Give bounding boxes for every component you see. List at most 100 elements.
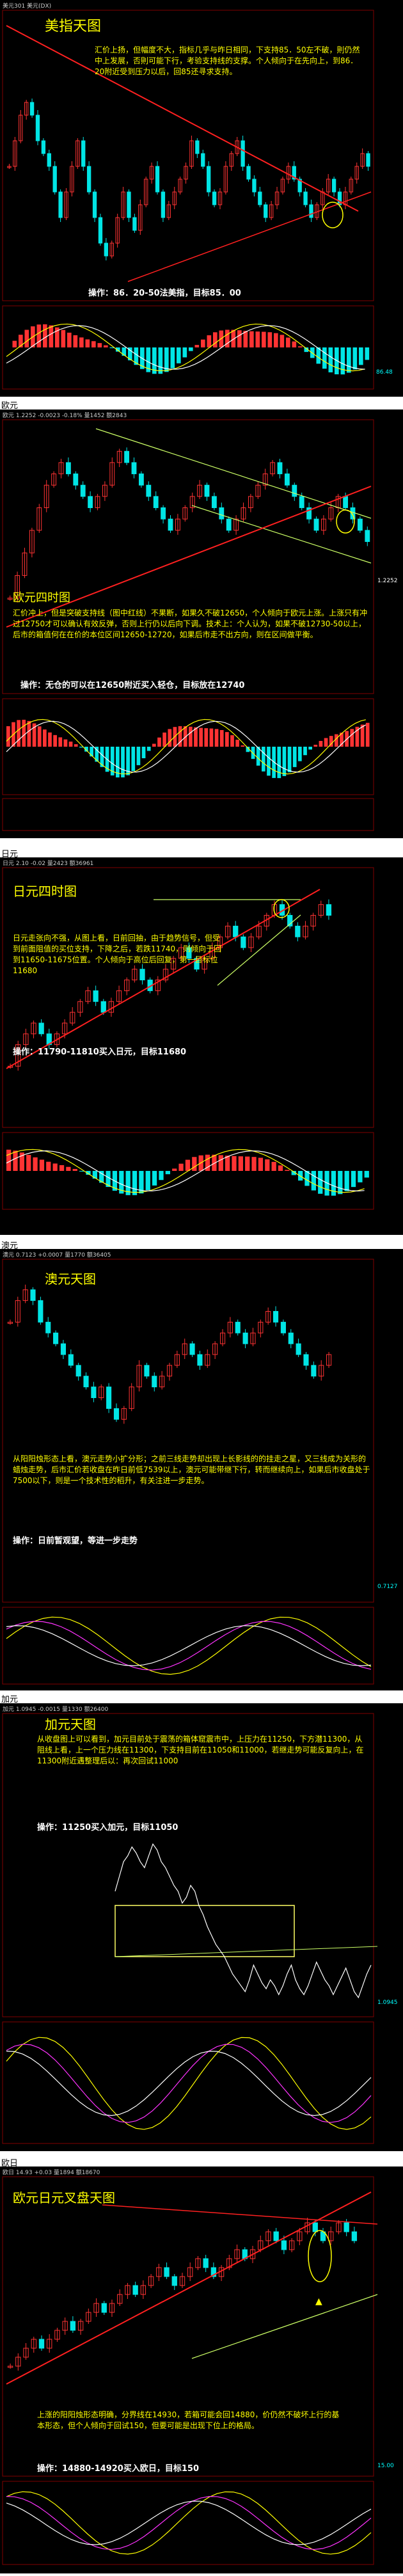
usdx-macd-bar xyxy=(243,330,248,347)
eur-macd-bar xyxy=(219,729,224,747)
eurjpy-candle xyxy=(164,2267,170,2277)
usdx-macd-bar xyxy=(12,340,17,347)
usdx-candle xyxy=(52,166,57,193)
cad-analysis: 从收盘图上可以看到，加元目前处于震荡的箱体窟震市中，上压力在11250，下方潜1… xyxy=(37,1735,364,1765)
eurjpy-candle xyxy=(38,2339,45,2349)
usdx-macd-bar xyxy=(292,341,297,347)
usdx-macd-bar xyxy=(85,339,90,347)
chart-eur: 欧元 1.2252 -0.0023 -0.18% 量1452 额2843 欧元四… xyxy=(0,409,403,838)
jpy-macd-bar xyxy=(258,1157,264,1171)
eur-candle xyxy=(80,484,86,497)
usdx-candle xyxy=(331,179,336,193)
panel-jpy: 日元 2.10 -0.02 量2423 额36961 日元四时图 日元走张向不强… xyxy=(0,857,403,1235)
usdx-candle xyxy=(86,166,91,193)
eur-macd-bar xyxy=(308,747,312,750)
usdx-macd-bar xyxy=(109,347,115,349)
usdx-candle xyxy=(258,191,262,205)
aud-candle xyxy=(53,1332,59,1344)
eur-macd-bar xyxy=(303,747,307,756)
panel-eurjpy: 欧日 14.93 +0.03 量1894 额18670 ▲ 欧元日元叉盘天图 上… xyxy=(0,2167,403,2573)
jpy-macd-bar xyxy=(245,1156,250,1171)
jpy-header: 日元 2.10 -0.02 量2423 额36961 xyxy=(3,859,93,867)
usdx-candle xyxy=(127,191,131,218)
usdx-macd-bar xyxy=(61,330,66,347)
usdx-macd-bar xyxy=(49,325,54,347)
jpy-macd-bar xyxy=(172,1168,177,1171)
usdx-candle xyxy=(207,166,211,193)
jpy-macd-bar xyxy=(225,1156,230,1171)
usdx-macd-bar xyxy=(177,347,181,363)
jpy-macd-bar xyxy=(271,1161,276,1171)
usdx-candle xyxy=(309,204,313,218)
usdx-macd-bar xyxy=(340,347,345,375)
jpy-macd-bar xyxy=(218,1155,223,1171)
eur-analysis: 汇价冲上，但是突破支持线（图中红线）不果断，如果久不破12650，个人倾向于欧元… xyxy=(13,608,368,639)
usdx-macd-bar xyxy=(24,330,29,347)
usdx-macd-bar xyxy=(104,345,108,347)
eur-candle xyxy=(161,507,166,520)
eur-title: 欧元四时图 xyxy=(13,591,70,605)
eur-macd-bar xyxy=(194,727,198,747)
eur-candle xyxy=(73,473,79,486)
aud-candle xyxy=(38,1300,43,1323)
aud-candle xyxy=(197,1354,203,1366)
chart-aud: 澳元 0.7123 +0.0007 量1770 额36405 澳元天图 从阳阳烛… xyxy=(0,1249,403,1690)
cad-header: 加元 1.0945 -0.0015 量1330 额26400 xyxy=(3,1705,108,1713)
eurjpy-candle xyxy=(344,2222,349,2232)
eur-macd-bar xyxy=(282,747,287,776)
eur-macd-bar xyxy=(146,747,151,751)
jpy-macd-bar xyxy=(13,1150,18,1171)
eur-macd-bar xyxy=(287,747,292,772)
eur-macd-bar xyxy=(199,727,203,747)
aud-candle xyxy=(83,1376,89,1388)
eur-macd-bar xyxy=(48,732,52,747)
jpy-macd-bar xyxy=(338,1171,343,1195)
usdx-candle xyxy=(98,217,103,244)
aud-candle xyxy=(242,1332,248,1344)
panel-aud: 澳元 0.7123 +0.0007 量1770 额36405 澳元天图 从阳阳烛… xyxy=(0,1249,403,1690)
usdx-macd-bar xyxy=(213,332,217,347)
aud-candle xyxy=(311,1365,317,1377)
jpy-macd-bar xyxy=(33,1157,38,1171)
jpy-macd-bar xyxy=(145,1171,150,1191)
usdx-macd-bar xyxy=(67,332,72,347)
eur-candle xyxy=(204,484,210,497)
eur-candle xyxy=(357,518,363,531)
eurjpy-candle xyxy=(312,2222,318,2232)
usdx-candle xyxy=(58,191,63,218)
usdx-macd-bar xyxy=(91,341,96,347)
eur-macd-bar xyxy=(58,737,63,747)
panel-cad: 加元 1.0945 -0.0015 量1330 额26400 加元天图 从收盘图… xyxy=(0,1703,403,2151)
jpy-macd-bar xyxy=(39,1159,45,1171)
aud-candle xyxy=(235,1321,241,1333)
aud-price-label: 0.7127 xyxy=(377,1584,398,1590)
eur-macd-bar xyxy=(37,726,42,747)
eur-macd-bar xyxy=(131,747,136,772)
jpy-macd-bar xyxy=(364,1171,369,1178)
eur-macd-bar xyxy=(22,719,26,747)
aud-candle xyxy=(106,1387,112,1409)
jpy-macd-bar xyxy=(79,1171,84,1172)
usdx-macd-bar xyxy=(201,339,205,347)
aud-candle xyxy=(30,1289,36,1301)
eur-macd-bar xyxy=(162,732,166,747)
usdx-macd-bar xyxy=(365,347,370,360)
aud-operation: 操作：日前暂观望，等进一步走势 xyxy=(13,1536,138,1546)
aud-candle xyxy=(75,1365,81,1377)
jpy-macd-bar xyxy=(358,1171,363,1182)
eur-macd-bar xyxy=(43,729,47,747)
jpy-macd-bar xyxy=(278,1165,283,1171)
eur-macd-bar xyxy=(121,747,125,777)
jpy-macd-bar xyxy=(251,1157,257,1171)
aud-candle xyxy=(60,1343,67,1355)
eur-macd-bar xyxy=(189,726,193,747)
eur-candle xyxy=(299,496,304,509)
jpy-macd-bar xyxy=(26,1154,31,1171)
usdx-macd-bar xyxy=(207,335,212,347)
usdx-macd-bar xyxy=(298,346,303,347)
eur-macd-bar xyxy=(230,735,234,747)
jpy-macd-bar xyxy=(232,1156,237,1171)
eurjpy-candle xyxy=(203,2258,209,2268)
eur-macd-bar xyxy=(152,743,156,747)
usdx-macd-bar xyxy=(158,347,163,374)
